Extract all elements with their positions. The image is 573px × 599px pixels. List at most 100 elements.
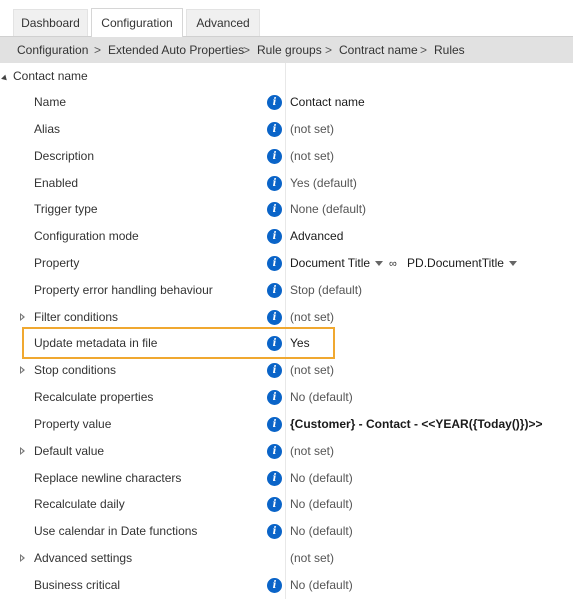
property-label: Use calendar in Date functions xyxy=(34,524,198,538)
property-value[interactable]: (not set) xyxy=(290,116,334,143)
expand-arrow-icon[interactable] xyxy=(20,554,25,562)
breadcrumb-configuration[interactable]: Configuration xyxy=(17,37,88,63)
property-label: Description xyxy=(34,149,95,163)
property-value[interactable]: (not set) xyxy=(290,438,334,465)
property-row-advanced-settings[interactable]: Advanced settings (not set) xyxy=(0,545,573,572)
info-icon[interactable]: i xyxy=(267,149,282,164)
property-row-default-value[interactable]: Default value i (not set) xyxy=(0,438,573,465)
property-value[interactable]: (not set) xyxy=(290,143,334,170)
dropdown-arrow-icon[interactable] xyxy=(508,260,517,266)
expand-arrow-icon[interactable] xyxy=(20,366,25,374)
dropdown-arrow-icon[interactable] xyxy=(375,260,384,266)
property-row-use-calendar[interactable]: Use calendar in Date functions i No (def… xyxy=(0,518,573,545)
property-row-name[interactable]: Name i Contact name xyxy=(0,89,573,116)
property-row-update-metadata[interactable]: Update metadata in file i Yes xyxy=(0,330,573,357)
property-row-replace-newline[interactable]: Replace newline characters i No (default… xyxy=(0,465,573,492)
breadcrumb-separator: > xyxy=(94,43,102,57)
info-icon[interactable]: i xyxy=(267,336,282,351)
property-label: Trigger type xyxy=(34,202,98,216)
expand-arrow-icon[interactable] xyxy=(20,313,25,321)
info-icon[interactable]: i xyxy=(267,176,282,191)
property-row-trigger-type[interactable]: Trigger type i None (default) xyxy=(0,196,573,223)
collapse-arrow-icon[interactable] xyxy=(1,74,9,83)
info-icon[interactable]: i xyxy=(267,524,282,539)
property-value[interactable]: None (default) xyxy=(290,196,366,223)
property-label: Replace newline characters xyxy=(34,471,182,485)
property-value[interactable]: Yes xyxy=(290,330,310,357)
link-icon: ∞ xyxy=(389,258,397,270)
info-icon[interactable]: i xyxy=(267,363,282,378)
property-label: Property xyxy=(34,256,80,270)
breadcrumb-extended-auto-properties[interactable]: Extended Auto Properties xyxy=(108,37,244,63)
info-icon[interactable]: i xyxy=(267,229,282,244)
info-icon[interactable]: i xyxy=(267,417,282,432)
property-label: Alias xyxy=(34,122,61,136)
info-icon[interactable]: i xyxy=(267,497,282,512)
breadcrumb-rules[interactable]: Rules xyxy=(434,37,465,63)
tab-bar: Dashboard Configuration Advanced xyxy=(0,0,573,37)
property-value[interactable]: Advanced xyxy=(290,223,343,250)
property-row-property-value[interactable]: Property value i {Customer} - Contact - … xyxy=(0,411,573,438)
info-icon[interactable]: i xyxy=(267,390,282,405)
property-target-value[interactable]: PD.DocumentTitle xyxy=(407,256,504,270)
info-icon[interactable]: i xyxy=(267,444,282,459)
property-row-alias[interactable]: Alias i (not set) xyxy=(0,116,573,143)
property-label: Recalculate daily xyxy=(34,497,125,511)
property-value[interactable]: (not set) xyxy=(290,357,334,384)
property-value[interactable]: Yes (default) xyxy=(290,170,357,197)
property-label: Name xyxy=(34,95,67,109)
breadcrumb: Configuration > Extended Auto Properties… xyxy=(0,36,573,63)
info-icon[interactable]: i xyxy=(267,471,282,486)
property-value[interactable]: {Customer} - Contact - <<YEAR({Today()})… xyxy=(290,411,543,438)
property-row-filter-conditions[interactable]: Filter conditions i (not set) xyxy=(0,304,573,331)
property-value[interactable]: (not set) xyxy=(290,304,334,331)
property-label: Advanced settings xyxy=(34,551,133,565)
info-icon[interactable]: i xyxy=(267,256,282,271)
breadcrumb-separator: > xyxy=(325,43,333,57)
property-label: Update metadata in file xyxy=(34,336,158,350)
property-label: Filter conditions xyxy=(34,310,119,324)
property-value[interactable]: No (default) xyxy=(290,384,353,411)
property-label: Stop conditions xyxy=(34,363,117,377)
info-icon[interactable]: i xyxy=(267,578,282,593)
property-row-error-handling[interactable]: Property error handling behaviour i Stop… xyxy=(0,277,573,304)
property-value[interactable]: Contact name xyxy=(290,89,365,116)
property-source-value[interactable]: Document Title xyxy=(290,256,370,270)
property-row-stop-conditions[interactable]: Stop conditions i (not set) xyxy=(0,357,573,384)
info-icon[interactable]: i xyxy=(267,202,282,217)
property-tree: Contact name Name i Contact name Alias i… xyxy=(0,63,573,599)
property-label: Property value xyxy=(34,417,112,431)
breadcrumb-separator: > xyxy=(243,43,251,57)
tab-dashboard[interactable]: Dashboard xyxy=(13,9,88,36)
property-row-description[interactable]: Description i (not set) xyxy=(0,143,573,170)
property-row-property[interactable]: Property i Document Title ∞ PD.DocumentTit… xyxy=(0,250,573,277)
breadcrumb-separator: > xyxy=(420,43,428,57)
property-value[interactable]: No (default) xyxy=(290,465,353,492)
tab-configuration[interactable]: Configuration xyxy=(91,8,183,37)
property-row-recalculate-properties[interactable]: Recalculate properties i No (default) xyxy=(0,384,573,411)
property-value[interactable]: (not set) xyxy=(290,545,334,572)
tree-root-label[interactable]: Contact name xyxy=(13,69,88,83)
property-row-business-critical[interactable]: Business critical i No (default) xyxy=(0,572,573,599)
property-value[interactable]: No (default) xyxy=(290,491,353,518)
info-icon[interactable]: i xyxy=(267,283,282,298)
property-value[interactable]: Document Title ∞ PD.DocumentTitle xyxy=(290,250,523,278)
property-label: Enabled xyxy=(34,176,79,190)
property-row-configuration-mode[interactable]: Configuration mode i Advanced xyxy=(0,223,573,250)
tab-advanced[interactable]: Advanced xyxy=(186,9,260,36)
property-value[interactable]: No (default) xyxy=(290,518,353,545)
property-value[interactable]: No (default) xyxy=(290,572,353,599)
breadcrumb-rule-groups[interactable]: Rule groups xyxy=(257,37,322,63)
expand-arrow-icon[interactable] xyxy=(20,447,25,455)
info-icon[interactable]: i xyxy=(267,310,282,325)
property-value[interactable]: Stop (default) xyxy=(290,277,362,304)
property-label: Property error handling behaviour xyxy=(34,283,213,297)
info-icon[interactable]: i xyxy=(267,95,282,110)
breadcrumb-contract-name[interactable]: Contract name xyxy=(339,37,418,63)
property-row-enabled[interactable]: Enabled i Yes (default) xyxy=(0,170,573,197)
property-label: Default value xyxy=(34,444,105,458)
property-row-recalculate-daily[interactable]: Recalculate daily i No (default) xyxy=(0,491,573,518)
property-label: Business critical xyxy=(34,578,121,592)
info-icon[interactable]: i xyxy=(267,122,282,137)
property-label: Configuration mode xyxy=(34,229,139,243)
